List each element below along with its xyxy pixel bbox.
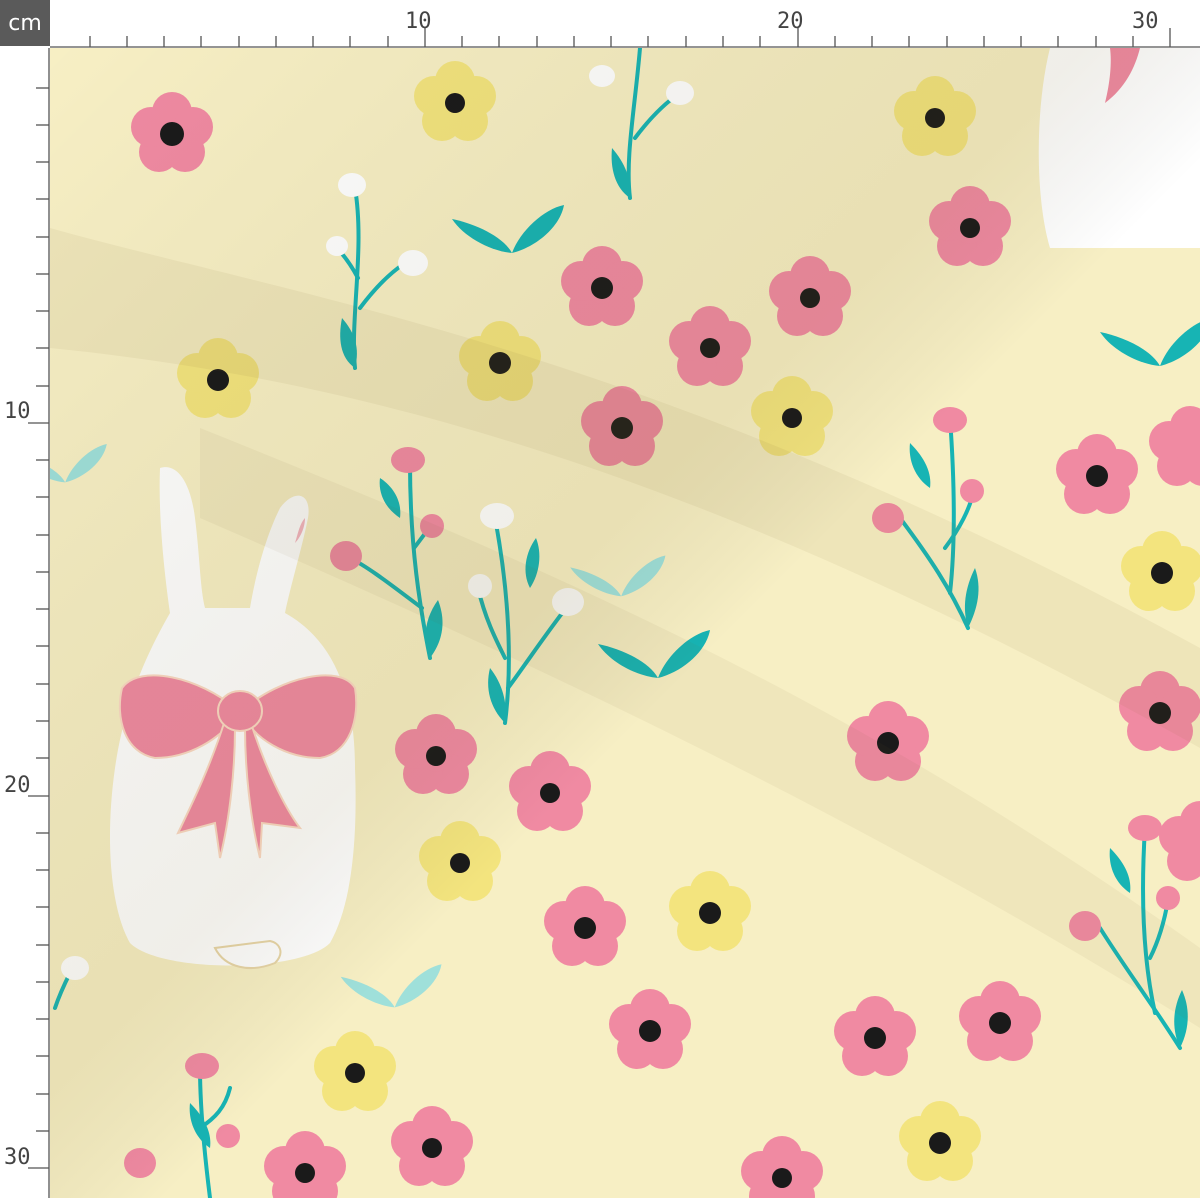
ruler-vertical: 10 20 30 [0, 48, 50, 1198]
ruler-left-label-10: 10 [4, 399, 31, 424]
ruler-unit-label: cm [0, 0, 50, 46]
fabric-folds [50, 48, 1200, 1198]
ruler-top-label-20: 20 [777, 9, 804, 34]
fabric-swatch [50, 48, 1200, 1198]
ruler-left-label-30: 30 [4, 1145, 31, 1170]
ruler-top-label-10: 10 [405, 9, 432, 34]
ruler-top-label-30: 30 [1132, 9, 1159, 34]
ruler-left-label-20: 20 [4, 773, 31, 798]
ruler-horizontal: 10 20 30 [50, 0, 1200, 48]
